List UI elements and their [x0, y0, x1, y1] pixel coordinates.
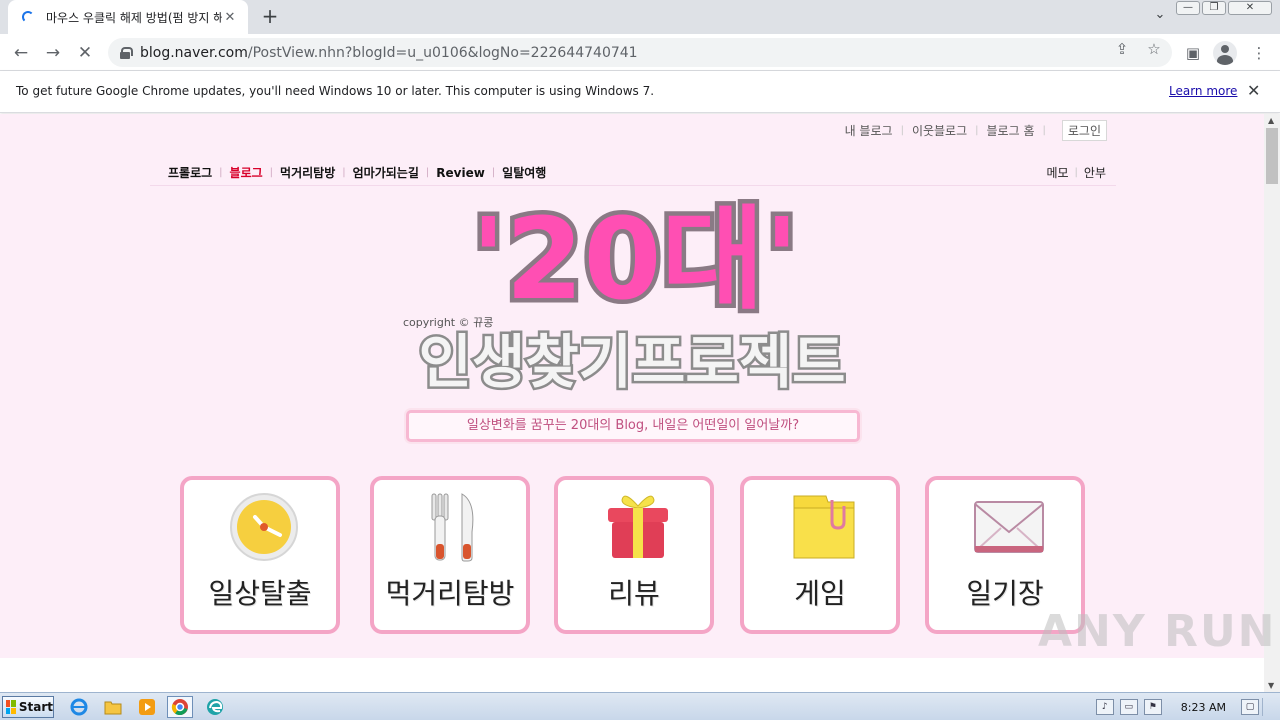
blog-slogan: 일상변화를 꿈꾸는 20대의 Blog, 내일은 어떤일이 일어날까? — [406, 410, 860, 442]
profile-avatar-icon[interactable] — [1213, 41, 1237, 65]
gift-icon — [608, 495, 668, 558]
bookmark-star-icon[interactable]: ☆ — [1144, 40, 1164, 58]
category-label: 먹거리탐방 — [385, 577, 515, 610]
browser-tab[interactable]: 마우스 우클릭 해제 방법(펌 방지 해 ✕ — [8, 0, 248, 34]
category-daily-escape[interactable]: 일상탈출 — [180, 476, 340, 634]
action-center-flag-icon[interactable]: ⚑ — [1143, 699, 1162, 715]
network-icon[interactable]: ▭ — [1119, 699, 1138, 715]
util-nav: 내 블로그 | 이웃블로그 | 블로그 홈 | 로그인 — [845, 120, 1107, 141]
blog-menu-right: 메모 | 안부 — [1046, 164, 1106, 181]
lock-icon[interactable] — [120, 46, 133, 59]
share-icon[interactable]: ⇪ — [1112, 40, 1132, 58]
windows-logo-icon — [6, 700, 16, 714]
media-player-icon[interactable] — [134, 696, 160, 718]
infobar-message: To get future Google Chrome updates, you… — [16, 84, 655, 98]
scroll-up-icon[interactable]: ▲ — [1268, 116, 1274, 125]
back-button[interactable]: ← — [8, 40, 34, 66]
category-label: 리뷰 — [608, 577, 660, 610]
divider: | — [425, 167, 430, 178]
tab-search-dropdown-icon[interactable]: ⌄ — [1150, 7, 1170, 27]
blog-menu-bar: 프롤로그 | 블로그 | 먹거리탐방 | 엄마가되는길 | Review | 일… — [150, 156, 1116, 186]
category-food[interactable]: 먹거리탐방 — [370, 476, 530, 634]
volume-icon[interactable]: ♪ — [1095, 699, 1114, 715]
util-link-my-blog[interactable]: 내 블로그 — [845, 122, 893, 139]
file-explorer-icon[interactable] — [100, 696, 126, 718]
new-tab-button[interactable]: + — [258, 5, 282, 29]
divider: | — [900, 125, 904, 136]
scroll-down-icon[interactable]: ▼ — [1268, 681, 1274, 690]
restore-button[interactable]: ❐ — [1202, 1, 1226, 15]
banner-copyright: copyright © 뀨콩 — [403, 316, 494, 329]
tab-strip: 마우스 우클릭 해제 방법(펌 방지 해 ✕ + ⌄ — ❐ ✕ — [0, 0, 1280, 34]
show-desktop-button[interactable] — [1262, 698, 1278, 716]
category-review[interactable]: 리뷰 — [554, 476, 714, 634]
divider: | — [491, 167, 496, 178]
divider: | — [219, 167, 223, 178]
forward-button[interactable]: → — [40, 40, 66, 66]
util-link-neighbor-blog[interactable]: 이웃블로그 — [912, 122, 967, 139]
divider: | — [975, 125, 979, 136]
util-link-blog-home[interactable]: 블로그 홈 — [987, 122, 1035, 139]
category-buttons: 일상탈출 먹거리탐방 리뷰 게임 일기장 — [180, 476, 1090, 636]
update-infobar: To get future Google Chrome updates, you… — [0, 71, 1280, 113]
address-bar[interactable]: blog.naver.com/PostView.nhn?blogId=u_u01… — [108, 38, 1172, 67]
loading-spinner-icon — [22, 11, 34, 23]
taskbar-clock[interactable]: 8:23 AM — [1181, 701, 1226, 714]
clock-icon — [230, 493, 298, 561]
menu-item-prologue[interactable]: 프롤로그 — [168, 164, 212, 181]
divider: | — [269, 167, 274, 178]
blog-menu: 프롤로그 | 블로그 | 먹거리탐방 | 엄마가되는길 | Review | 일… — [168, 164, 546, 181]
url-path: /PostView.nhn?blogId=u_u0106&logNo=22264… — [247, 44, 638, 61]
menu-item-mom[interactable]: 엄마가되는길 — [353, 164, 419, 181]
divider: | — [1074, 167, 1078, 178]
menu-item-blog[interactable]: 블로그 — [230, 164, 263, 181]
login-button[interactable]: 로그인 — [1061, 120, 1107, 141]
category-game[interactable]: 게임 — [740, 476, 900, 634]
tab-close-icon[interactable]: ✕ — [222, 10, 238, 25]
fork-knife-icon — [431, 493, 474, 562]
divider: | — [342, 167, 346, 178]
divider: | — [1042, 125, 1046, 136]
edge-icon[interactable] — [202, 696, 228, 718]
scroll-thumb[interactable] — [1266, 128, 1278, 184]
system-tray: ♪ ▭ ⚑ 8:23 AM ▢ — [1093, 693, 1280, 721]
menu-item-guestbook[interactable]: 안부 — [1084, 164, 1106, 181]
folder-clip-icon — [793, 495, 855, 559]
menu-item-travel[interactable]: 일탈여행 — [502, 164, 546, 181]
infobar-close-icon[interactable]: ✕ — [1247, 81, 1260, 100]
browser-toolbar: ← → ✕ blog.naver.com/PostView.nhn?blogId… — [0, 34, 1280, 71]
minimize-button[interactable]: — — [1176, 1, 1200, 15]
windows-taskbar: Start ♪ ▭ ⚑ 8:23 AM ▢ — [0, 692, 1280, 720]
url-text[interactable]: blog.naver.com/PostView.nhn?blogId=u_u01… — [140, 45, 1172, 61]
banner-graphic: '20대' 인생찾기프로젝트 — [416, 196, 848, 399]
side-panel-icon[interactable]: ▣ — [1180, 40, 1206, 66]
menu-item-memo[interactable]: 메모 — [1046, 164, 1068, 181]
menu-item-review[interactable]: Review — [436, 166, 485, 180]
category-label: 게임 — [794, 577, 846, 610]
banner-title: '20대' — [471, 196, 798, 325]
close-window-button[interactable]: ✕ — [1228, 1, 1272, 15]
category-label: 일상탈출 — [208, 577, 312, 610]
anyrun-watermark: ANY RUN — [1038, 606, 1277, 657]
internet-explorer-icon[interactable] — [66, 696, 92, 718]
banner-subtitle: 인생찾기프로젝트 — [419, 328, 846, 396]
envelope-icon — [974, 501, 1044, 553]
stop-reload-button[interactable]: ✕ — [72, 40, 98, 66]
learn-more-link[interactable]: Learn more — [1169, 84, 1237, 98]
window-controls: — ❐ ✕ — [1176, 1, 1272, 15]
start-button[interactable]: Start — [2, 696, 54, 718]
menu-item-food[interactable]: 먹거리탐방 — [280, 164, 335, 181]
chrome-taskbar-icon[interactable] — [167, 696, 193, 718]
chrome-menu-icon[interactable]: ⋮ — [1246, 40, 1272, 66]
page-bottom-area — [0, 658, 1264, 692]
url-host: blog.naver.com — [140, 44, 248, 61]
start-label: Start — [18, 700, 53, 714]
tab-title: 마우스 우클릭 해제 방법(펌 방지 해 — [46, 10, 222, 25]
notification-icon[interactable]: ▢ — [1241, 699, 1259, 715]
